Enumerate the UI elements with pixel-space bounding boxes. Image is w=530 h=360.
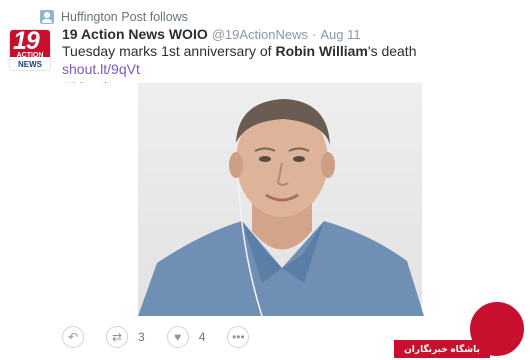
avatar-logo-line1: ACTION bbox=[16, 52, 44, 59]
portrait-photo bbox=[138, 99, 424, 316]
avatar[interactable]: 19 ACTION NEWS bbox=[9, 29, 51, 71]
tweet-header: 19 Action News WOIO @19ActionNews · Aug … bbox=[62, 26, 361, 42]
like-count: 4 bbox=[198, 330, 206, 344]
separator: · bbox=[312, 27, 317, 42]
retweet-count: 3 bbox=[138, 330, 145, 344]
author-handle[interactable]: @19ActionNews bbox=[212, 27, 308, 42]
tweet-media[interactable] bbox=[62, 83, 500, 316]
person-icon bbox=[40, 10, 54, 24]
retweet-icon: ⇄ bbox=[106, 326, 128, 348]
social-context: Huffington Post follows bbox=[40, 8, 188, 26]
author-name[interactable]: 19 Action News WOIO bbox=[62, 26, 208, 42]
tweet-link[interactable]: shout.lt/9qVt bbox=[62, 61, 140, 77]
avatar-logo-line2: NEWS bbox=[18, 60, 42, 69]
tweet-actions: ↶ ⇄ 3 ♥ 4 ••• bbox=[62, 325, 271, 349]
watermark: باشگاه خبرنگاران bbox=[394, 300, 530, 360]
social-context-text[interactable]: Huffington Post follows bbox=[61, 10, 188, 24]
watermark-text: باشگاه خبرنگاران bbox=[394, 340, 490, 358]
tweet-text-start: Tuesday marks 1st anniversary of bbox=[62, 43, 276, 59]
like-button[interactable]: ♥ 4 bbox=[166, 326, 206, 348]
more-button[interactable]: ••• bbox=[227, 326, 250, 348]
timestamp[interactable]: Aug 11 bbox=[320, 27, 360, 42]
retweet-button[interactable]: ⇄ 3 bbox=[106, 326, 145, 348]
tweet-text-bold: Robin William bbox=[275, 43, 368, 59]
reply-button[interactable]: ↶ bbox=[62, 326, 84, 348]
more-icon: ••• bbox=[227, 326, 250, 348]
heart-icon: ♥ bbox=[166, 326, 189, 348]
reply-icon: ↶ bbox=[62, 326, 84, 348]
tweet-text-end: 's death bbox=[367, 43, 417, 59]
